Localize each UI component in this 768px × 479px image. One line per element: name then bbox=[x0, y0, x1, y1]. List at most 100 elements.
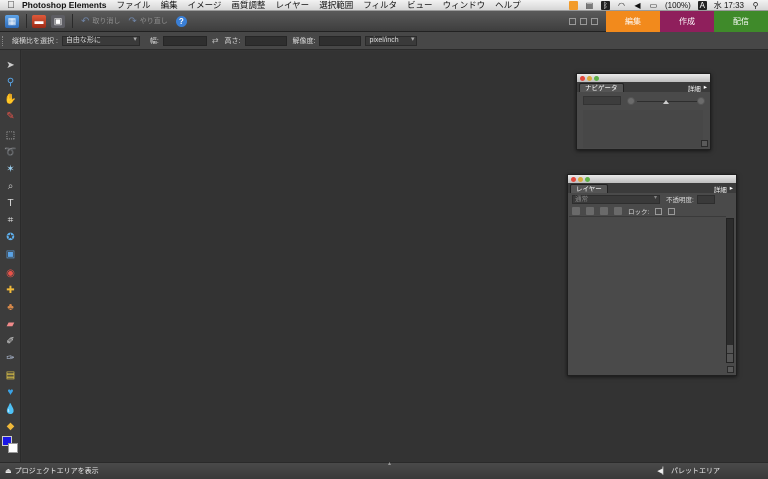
layers-scrollbar[interactable] bbox=[726, 218, 734, 363]
eraser-tool-icon[interactable]: ▰ bbox=[3, 317, 18, 331]
wifi-icon[interactable]: ◠ bbox=[617, 1, 626, 10]
tab-navigator[interactable]: ナビゲータ bbox=[579, 83, 624, 92]
sponge-tool-icon[interactable]: ◆ bbox=[3, 419, 18, 433]
tab-share[interactable]: 配信 bbox=[714, 10, 768, 32]
tab-create[interactable]: 作成 bbox=[660, 10, 714, 32]
height-label: 高さ: bbox=[224, 37, 241, 45]
height-field[interactable] bbox=[244, 35, 287, 46]
undo-button[interactable]: ↶ 取り消し bbox=[81, 16, 120, 27]
navigator-zoom-field[interactable] bbox=[583, 96, 621, 105]
options-grip-handle[interactable] bbox=[2, 35, 6, 46]
zoom-icon[interactable] bbox=[585, 176, 590, 182]
type-tool-icon[interactable]: T bbox=[3, 196, 18, 210]
minimize-icon[interactable] bbox=[578, 176, 583, 182]
navigator-more-button[interactable]: 詳細 ▸ bbox=[688, 83, 707, 93]
menu-filter[interactable]: フィルタ bbox=[363, 0, 397, 11]
volume-icon[interactable]: ◀ bbox=[633, 1, 642, 10]
magic-wand-tool-icon[interactable]: ✶ bbox=[3, 162, 18, 176]
custom-shape-tool-icon[interactable]: ♥ bbox=[3, 385, 18, 399]
navigator-preview[interactable] bbox=[583, 110, 703, 148]
spot-healing-tool-icon[interactable]: ✚ bbox=[3, 283, 18, 297]
quick-selection-tool-icon[interactable]: ⌕ bbox=[3, 179, 18, 193]
bluetooth-icon[interactable]: ᛒ bbox=[600, 0, 610, 10]
organizer-icon[interactable]: ▦ bbox=[5, 14, 19, 28]
aspect-ratio-select[interactable]: 自由な形に bbox=[61, 35, 140, 46]
straighten-tool-icon[interactable]: ▣ bbox=[3, 247, 18, 261]
tab-edit[interactable]: 編集 bbox=[606, 10, 660, 32]
hand-tool-icon[interactable]: ✋ bbox=[3, 92, 18, 106]
scroll-up-icon[interactable] bbox=[727, 345, 733, 353]
zoom-slider-thumb[interactable] bbox=[663, 100, 669, 104]
brush-tool-icon[interactable]: ✐ bbox=[3, 334, 18, 348]
blend-mode-select[interactable]: 通常 bbox=[572, 194, 660, 204]
layers-more-button[interactable]: 詳細 ▸ bbox=[714, 184, 733, 194]
layers-titlebar[interactable] bbox=[568, 175, 736, 183]
lock-transparency-icon[interactable] bbox=[655, 207, 663, 215]
tile-view-icon[interactable] bbox=[569, 17, 576, 25]
navigator-titlebar[interactable] bbox=[577, 74, 710, 82]
project-bin-toggle[interactable]: ⏏ プロジェクトエリアを表示 bbox=[5, 466, 99, 476]
menu-view[interactable]: ビュー bbox=[407, 0, 433, 11]
close-icon[interactable] bbox=[580, 75, 585, 81]
clipboard-icon[interactable]: ▤ bbox=[585, 1, 594, 10]
save-icon[interactable]: ▣ bbox=[51, 14, 65, 28]
adjustment-layer-icon[interactable] bbox=[586, 207, 594, 215]
maximize-view-icon[interactable] bbox=[591, 17, 598, 25]
help-button[interactable]: ? bbox=[175, 15, 187, 27]
zoom-tool-icon[interactable]: ⚲ bbox=[3, 75, 18, 89]
lasso-tool-icon[interactable]: ➰ bbox=[3, 145, 18, 159]
menu-window[interactable]: ウィンドウ bbox=[443, 0, 486, 11]
clone-stamp-tool-icon[interactable]: ♣ bbox=[3, 300, 18, 314]
eject-icon: ⏏ bbox=[5, 468, 12, 475]
spotlight-search-icon[interactable]: ⚲ bbox=[751, 1, 760, 10]
lock-all-icon[interactable] bbox=[668, 207, 676, 215]
marquee-tool-icon[interactable]: ⬚ bbox=[3, 128, 18, 142]
menu-select[interactable]: 選択範囲 bbox=[319, 0, 353, 11]
menu-help[interactable]: ヘルプ bbox=[495, 0, 521, 11]
palette-bin-toggle[interactable]: ◀▏ パレットエリア bbox=[657, 466, 720, 476]
width-field[interactable] bbox=[162, 35, 207, 46]
apple-menu-icon[interactable]:  bbox=[0, 0, 22, 11]
zoom-in-icon[interactable] bbox=[697, 97, 705, 105]
menubar-clock[interactable]: 水 17:33 bbox=[714, 0, 744, 11]
move-tool-icon[interactable]: ➤ bbox=[3, 58, 18, 72]
blur-tool-icon[interactable]: 💧 bbox=[3, 402, 18, 416]
menu-edit[interactable]: 編集 bbox=[161, 0, 178, 11]
input-mode-icon[interactable]: A bbox=[697, 0, 707, 10]
eyedropper-tool-icon[interactable]: ✎ bbox=[3, 109, 18, 123]
new-layer-icon[interactable] bbox=[572, 207, 580, 215]
scroll-down-icon[interactable] bbox=[727, 354, 733, 362]
battery-icon[interactable]: ▭ bbox=[649, 1, 658, 10]
resolution-field[interactable] bbox=[319, 35, 362, 46]
minimize-icon[interactable] bbox=[587, 75, 592, 81]
menu-image[interactable]: イメージ bbox=[188, 0, 222, 11]
bin-resize-grip-icon[interactable]: ▴ bbox=[388, 460, 394, 467]
close-icon[interactable] bbox=[571, 176, 576, 182]
cookie-cutter-tool-icon[interactable]: ✪ bbox=[3, 230, 18, 244]
menu-file[interactable]: ファイル bbox=[117, 0, 151, 11]
red-eye-tool-icon[interactable]: ◉ bbox=[3, 266, 18, 280]
redo-button[interactable]: ↷ やり直し bbox=[128, 16, 167, 27]
smart-brush-tool-icon[interactable]: ✑ bbox=[3, 351, 18, 365]
resize-handle-icon[interactable] bbox=[727, 366, 734, 373]
swap-dimensions-icon[interactable]: ⇄ bbox=[212, 36, 219, 45]
menu-enhance[interactable]: 画質調整 bbox=[231, 0, 265, 11]
app-menu[interactable]: Photoshop Elements bbox=[22, 0, 107, 10]
new-file-icon[interactable]: ▬ bbox=[32, 14, 46, 28]
menu-layer[interactable]: レイヤー bbox=[275, 0, 309, 11]
resize-handle-icon[interactable] bbox=[701, 140, 708, 147]
layer-list[interactable] bbox=[569, 216, 726, 364]
crop-tool-icon[interactable]: ⌗ bbox=[3, 213, 18, 227]
zoom-icon[interactable] bbox=[594, 75, 599, 81]
bottom-status-bar: ⏏ プロジェクトエリアを表示 ▴ ◀▏ パレットエリア bbox=[0, 460, 768, 479]
delete-layer-icon[interactable] bbox=[600, 207, 608, 215]
background-color-swatch[interactable] bbox=[8, 443, 18, 453]
gradient-tool-icon[interactable]: ▤ bbox=[3, 368, 18, 382]
app-status-icon[interactable] bbox=[568, 0, 578, 10]
opacity-field[interactable] bbox=[696, 194, 715, 204]
resolution-unit-select[interactable]: pixel/inch bbox=[365, 35, 418, 46]
link-layer-icon[interactable] bbox=[614, 207, 622, 215]
tab-layers[interactable]: レイヤー bbox=[570, 184, 608, 193]
cascade-view-icon[interactable] bbox=[580, 17, 587, 25]
zoom-out-icon[interactable] bbox=[627, 97, 635, 105]
